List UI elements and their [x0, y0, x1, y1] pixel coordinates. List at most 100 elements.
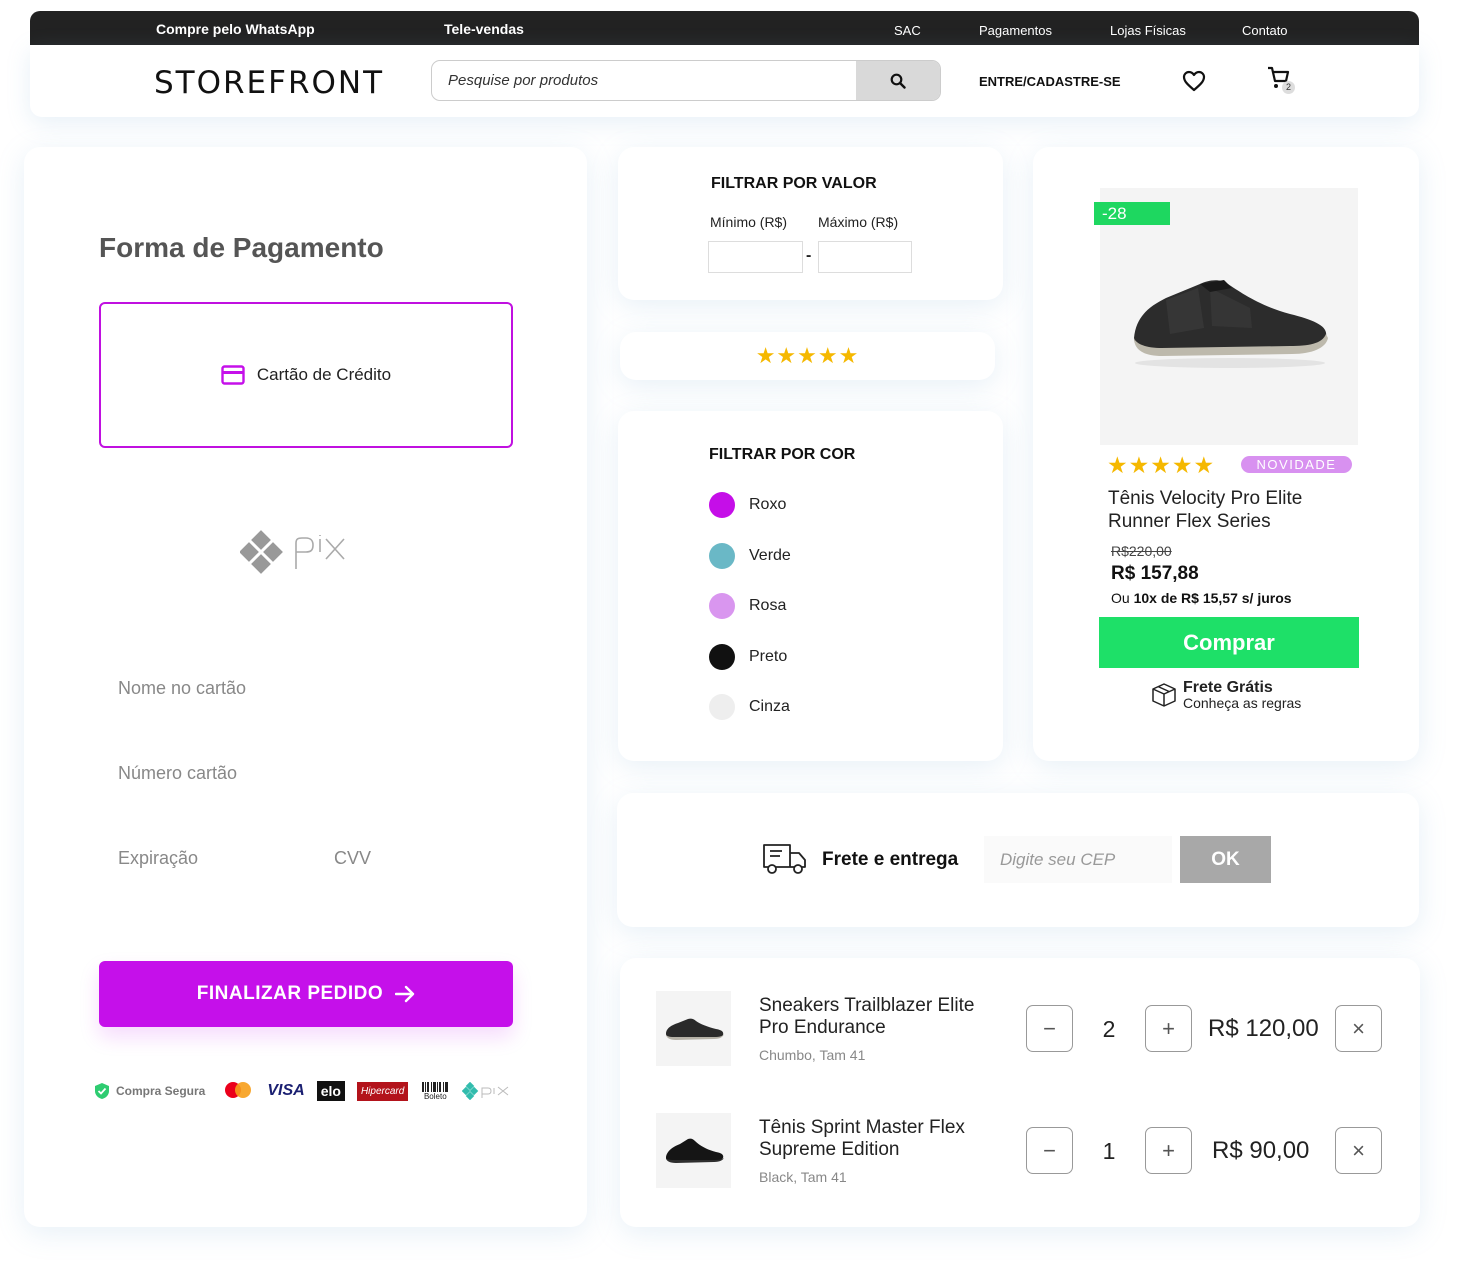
secure-purchase-text: Compra Segura: [116, 1084, 206, 1098]
cart-item-price: R$ 120,00: [1208, 1015, 1319, 1042]
color-swatch[interactable]: [709, 492, 735, 518]
cart-item: Sneakers Trailblazer Elite Pro Endurance…: [620, 991, 1420, 1091]
new-badge: NOVIDADE: [1241, 456, 1352, 473]
shipping-rules-link[interactable]: Conheça as regras: [1183, 696, 1301, 711]
color-option-roxo[interactable]: Roxo: [709, 492, 786, 518]
product-old-price: R$220,00: [1111, 543, 1172, 559]
price-filter-card: FILTRAR POR VALOR Mínimo (R$) Máximo (R$…: [618, 147, 1003, 300]
finish-order-button[interactable]: FINALIZAR PEDIDO: [99, 961, 513, 1027]
free-shipping-info[interactable]: Frete Grátis Conheça as regras: [1151, 679, 1301, 711]
shipping-card: Frete e entrega OK: [617, 793, 1419, 927]
cart-count-badge: 2: [1282, 81, 1295, 94]
sneaker-thumb: [665, 1138, 724, 1163]
search-bar: [431, 60, 941, 101]
credit-card-option[interactable]: Cartão de Crédito: [99, 302, 513, 448]
increase-qty-button[interactable]: +: [1145, 1005, 1192, 1052]
cep-input[interactable]: [984, 836, 1172, 883]
product-card: -28 ★★★★★ NOVIDADE Tênis Velocity Pro El…: [1033, 147, 1419, 761]
color-option-preto[interactable]: Preto: [709, 644, 787, 670]
color-label: Roxo: [749, 496, 787, 513]
cart-item-variant: Chumbo, Tam 41: [759, 1047, 866, 1063]
header: STOREFRONT ENTRE/CADASTRE-SE 2: [30, 45, 1419, 117]
installments-text: Ou 10x de R$ 15,57 s/ juros: [1111, 590, 1292, 606]
barcode-icon: [422, 1081, 449, 1092]
remove-item-button[interactable]: ×: [1335, 1005, 1382, 1052]
credit-card-label: Cartão de Crédito: [256, 365, 392, 384]
price-separator: -: [806, 247, 812, 264]
product-name[interactable]: Tênis Velocity Pro Elite Runner Flex Ser…: [1108, 487, 1348, 533]
card-expiry-field[interactable]: Expiração: [118, 848, 198, 869]
sneaker-thumb: [665, 1018, 724, 1040]
decrease-qty-button[interactable]: −: [1026, 1005, 1073, 1052]
arrow-right-icon: [395, 985, 415, 1003]
boleto-logo: Boleto: [422, 1081, 449, 1101]
rating-filter-card[interactable]: ★★★★★: [620, 332, 995, 380]
boleto-label: Boleto: [423, 1091, 447, 1101]
cart-item-qty: 1: [1102, 1138, 1116, 1164]
search-button[interactable]: [856, 61, 940, 100]
color-swatch[interactable]: [709, 593, 735, 619]
price-filter-title: FILTRAR POR VALOR: [711, 175, 877, 192]
secure-payment-strip: Compra Segura VISA elo Hipercard Boleto: [94, 1080, 510, 1102]
decrease-qty-button[interactable]: −: [1026, 1127, 1073, 1174]
shipping-title: Frete e entrega: [822, 849, 959, 870]
package-icon: [1152, 683, 1176, 707]
color-option-rosa[interactable]: Rosa: [709, 593, 786, 619]
contato-link[interactable]: Contato: [1242, 23, 1288, 38]
cart-item: Tênis Sprint Master Flex Supreme Edition…: [620, 1113, 1420, 1213]
mastercard-icon: [225, 1082, 252, 1098]
buy-button[interactable]: Comprar: [1099, 617, 1359, 668]
pix-option[interactable]: pix: [239, 529, 372, 582]
cart-items-card: Sneakers Trailblazer Elite Pro Endurance…: [620, 958, 1420, 1227]
pagamentos-link[interactable]: Pagamentos: [979, 23, 1052, 38]
color-label: Preto: [749, 648, 788, 665]
color-option-verde[interactable]: Verde: [709, 543, 791, 569]
product-image[interactable]: [1100, 188, 1358, 445]
color-option-cinza[interactable]: Cinza: [709, 694, 790, 720]
cart-item-qty: 2: [1102, 1016, 1116, 1042]
cart-item-variant: Black, Tam 41: [759, 1169, 847, 1185]
color-filter-title: FILTRAR POR COR: [709, 446, 856, 463]
color-filter-card: FILTRAR POR COR Roxo Verde Rosa Preto Ci…: [618, 411, 1003, 761]
card-cvv-field[interactable]: CVV: [334, 848, 371, 869]
card-number-field[interactable]: Número cartão: [118, 763, 237, 784]
lojas-link[interactable]: Lojas Físicas: [1110, 23, 1186, 38]
top-bar: Compre pelo WhatsApp Tele-vendas SAC Pag…: [30, 11, 1419, 45]
color-swatch[interactable]: [709, 543, 735, 569]
pix-small-icon: [462, 1082, 509, 1100]
max-price-input[interactable]: [818, 241, 912, 273]
free-shipping-title: Frete Grátis: [1183, 679, 1273, 696]
sac-link[interactable]: SAC: [894, 23, 921, 38]
payment-card: Forma de Pagamento Cartão de Crédito pix…: [24, 147, 587, 1227]
finish-order-label: FINALIZAR PEDIDO: [196, 983, 384, 1004]
card-name-field[interactable]: Nome no cartão: [118, 678, 246, 699]
color-label: Rosa: [749, 597, 787, 614]
cart-item-name[interactable]: Tênis Sprint Master Flex Supreme Edition: [759, 1117, 999, 1161]
hipercard-logo: Hipercard: [356, 1081, 409, 1101]
payment-title: Forma de Pagamento: [99, 232, 384, 263]
cart-item-image[interactable]: [656, 991, 731, 1066]
product-rating-stars: ★★★★★: [1107, 452, 1216, 478]
color-label: Verde: [749, 547, 791, 564]
rating-stars-icon[interactable]: ★★★★★: [756, 343, 860, 369]
remove-item-button[interactable]: ×: [1335, 1127, 1382, 1174]
cart-item-image[interactable]: [656, 1113, 731, 1188]
color-swatch[interactable]: [709, 644, 735, 670]
heart-icon[interactable]: [1182, 70, 1206, 92]
televendas-link[interactable]: Tele-vendas: [444, 21, 524, 37]
discount-badge: -28: [1094, 202, 1170, 225]
increase-qty-button[interactable]: +: [1145, 1127, 1192, 1174]
cart-item-name[interactable]: Sneakers Trailblazer Elite Pro Endurance: [759, 995, 999, 1039]
credit-card-icon: [221, 365, 245, 385]
logo[interactable]: STOREFRONT: [154, 65, 384, 101]
installments-prefix: Ou: [1111, 590, 1134, 606]
min-price-input[interactable]: [708, 241, 803, 273]
cep-ok-button[interactable]: OK: [1180, 836, 1271, 883]
sneaker-image: [1134, 280, 1328, 368]
login-link[interactable]: ENTRE/CADASTRE-SE: [979, 74, 1121, 89]
whatsapp-link[interactable]: Compre pelo WhatsApp: [156, 21, 315, 37]
color-label: Cinza: [749, 698, 790, 715]
color-swatch[interactable]: [709, 694, 735, 720]
max-price-label: Máximo (R$): [818, 214, 899, 230]
search-input[interactable]: [432, 61, 856, 100]
